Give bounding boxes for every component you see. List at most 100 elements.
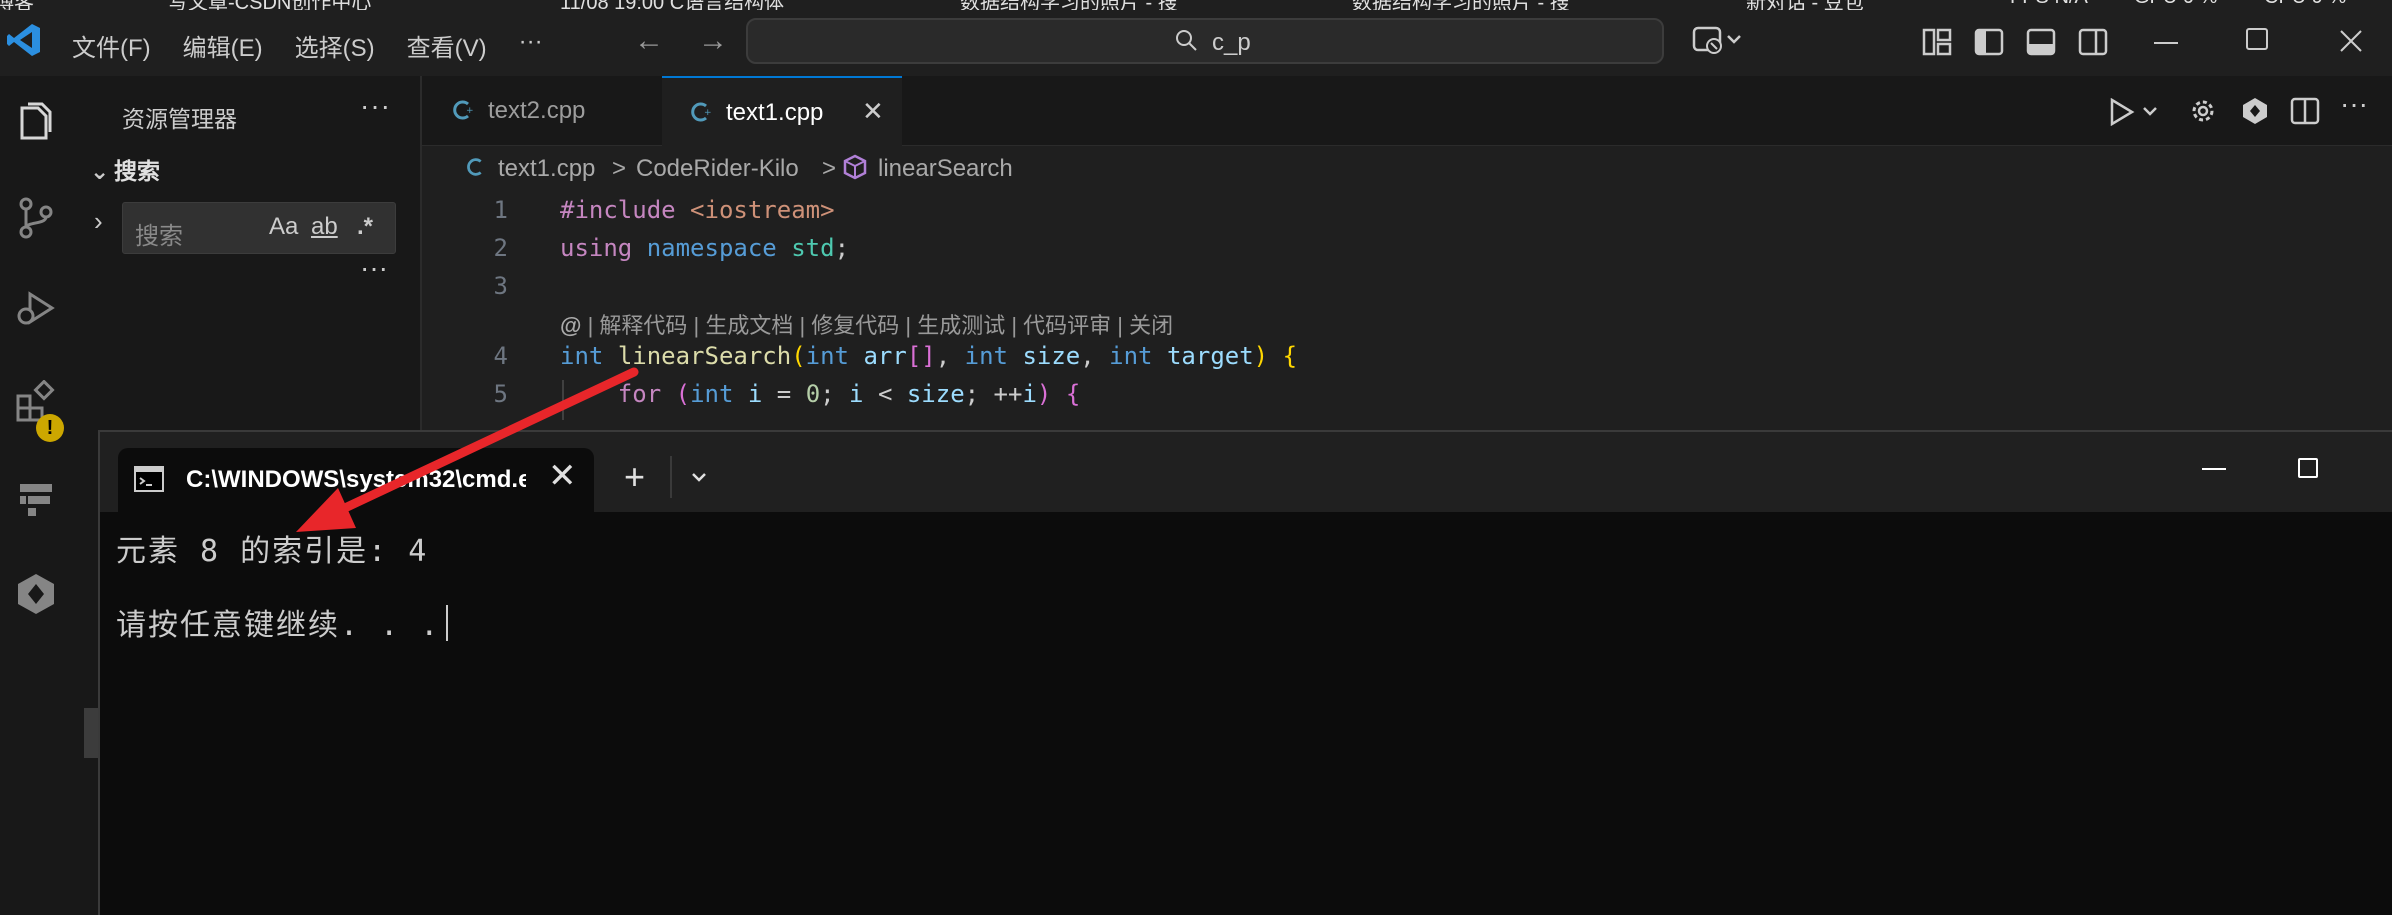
match-case-icon[interactable]: Aa	[269, 213, 298, 241]
menu-edit[interactable]: 编辑(E)	[183, 28, 263, 63]
search-placeholder: 搜索	[135, 223, 183, 250]
breadcrumb-folder[interactable]: CodeRider-Kilo	[636, 155, 799, 183]
split-editor-icon[interactable]	[2290, 96, 2320, 126]
code-line-1: #include <iostream>	[560, 196, 835, 224]
chevron-right-icon[interactable]: ›	[94, 206, 103, 237]
breadcrumb: text1.cpp > CodeRider-Kilo > linearSearc…	[422, 146, 2392, 190]
menu-file[interactable]: 文件(F)	[72, 28, 151, 63]
line-number: 2	[493, 234, 508, 262]
cmd-icon	[134, 466, 164, 492]
gear-icon[interactable]	[2188, 96, 2218, 126]
terminal-tab-title: C:\WINDOWS\system32\cmd.e	[186, 466, 526, 493]
terminal-tab[interactable]: C:\WINDOWS\system32\cmd.e ✕	[118, 448, 594, 512]
tab-close-icon[interactable]: ✕	[862, 96, 884, 127]
toggle-panel-icon[interactable]	[2026, 28, 2056, 56]
codelens-text: | 解释代码 | 生成文档 | 修复代码 | 生成测试 | 代码评审 | 关闭	[587, 313, 1174, 338]
tab-text1-cpp[interactable]: + text1.cpp ✕	[662, 76, 902, 146]
toggle-sidebar-icon[interactable]	[1974, 28, 2004, 56]
cpu-readout: CPU 9 %	[2264, 0, 2346, 9]
search-more-button[interactable]: ···	[360, 252, 388, 284]
breadcrumb-symbol[interactable]: linearSearch	[878, 155, 1013, 183]
coderider-action-icon[interactable]	[2240, 96, 2270, 126]
copilot-icon[interactable]	[1692, 24, 1744, 58]
chevron-down-icon[interactable]	[684, 462, 714, 492]
browser-tab[interactable]: 数据结构学习的照片 - 搜	[1352, 0, 1570, 10]
code-editor[interactable]: 1 2 3 4 5 #include <iostream> using name…	[422, 190, 2392, 430]
terminal-minimize-button[interactable]	[2202, 468, 2226, 470]
cpp-file-icon: +	[453, 100, 474, 120]
match-whole-word-icon[interactable]: ab	[311, 213, 338, 241]
command-center-search[interactable]: c_p	[746, 18, 1664, 64]
nav-arrows: ← →	[634, 24, 762, 58]
line-number: 5	[493, 380, 508, 408]
cpp-file-icon: +	[691, 102, 712, 122]
search-input[interactable]: 搜索 Aa ab .*	[122, 202, 396, 254]
editor-more-icon[interactable]: ···	[2340, 88, 2368, 120]
chevron-down-icon: ⌄	[90, 158, 110, 184]
gpu-readout: GPU 0 %	[2134, 0, 2217, 9]
terminal-window[interactable]: C:\WINDOWS\system32\cmd.e ✕ + 元素 8 的索引是:…	[98, 430, 2392, 915]
sidebar-more-button[interactable]: ···	[360, 90, 391, 122]
browser-tab-strip: 博客 写文章-CSDN创作中心 11/08 19:00 C语言结构体 数据结构学…	[0, 0, 2392, 10]
gitlab-duo-icon[interactable]	[14, 476, 58, 520]
activity-bar: !	[0, 76, 84, 915]
tab-label: text2.cpp	[488, 97, 586, 124]
code-line-5: for (int i = 0; i < size; ++i) {	[617, 380, 1081, 408]
coderider-icon[interactable]	[14, 572, 58, 616]
source-control-icon[interactable]	[14, 196, 58, 240]
browser-tab[interactable]: 11/08 19:00 C语言结构体	[560, 0, 784, 10]
back-arrow-icon[interactable]: ←	[634, 24, 664, 57]
search-section-header[interactable]: ⌄ 搜索	[90, 152, 160, 186]
minimize-button[interactable]	[2154, 42, 2178, 44]
breadcrumb-sep: >	[612, 155, 627, 182]
svg-text:+: +	[466, 106, 474, 116]
forward-arrow-icon[interactable]: →	[698, 24, 728, 57]
search-icon	[1176, 30, 1197, 51]
code-line-2: using namespace std;	[560, 234, 850, 262]
maximize-button[interactable]	[2246, 28, 2268, 50]
codelens-actions[interactable]: @ | 解释代码 | 生成文档 | 修复代码 | 生成测试 | 代码评审 | 关…	[560, 308, 1173, 340]
breadcrumb-sep: >	[822, 155, 837, 182]
sidebar-title: 资源管理器	[122, 106, 237, 132]
run-icon[interactable]	[2108, 98, 2162, 126]
browser-tab[interactable]: 写文章-CSDN创作中心	[168, 0, 371, 10]
svg-text:+: +	[704, 108, 712, 118]
toggle-secondary-sidebar-icon[interactable]	[2078, 28, 2108, 56]
title-bar: 文件(F) 编辑(E) 选择(S) 查看(V) ··· ← → c_p	[0, 10, 2392, 76]
browser-tab[interactable]: 数据结构学习的照片 - 搜	[960, 0, 1178, 10]
menu-select[interactable]: 选择(S)	[295, 28, 375, 63]
regex-icon[interactable]: .*	[357, 213, 373, 241]
search-section-label: 搜索	[114, 158, 160, 184]
tab-text2-cpp[interactable]: + text2.cpp	[422, 76, 662, 146]
terminal-maximize-button[interactable]	[2298, 458, 2318, 478]
run-debug-icon[interactable]	[14, 286, 58, 330]
vscode-logo-icon	[7, 24, 40, 56]
codelens-logo-icon: @	[560, 313, 582, 338]
terminal-prompt-text: 请按任意键继续. . .	[116, 608, 441, 643]
breadcrumb-file[interactable]: text1.cpp	[498, 155, 595, 183]
browser-tab[interactable]: 新对话 - 豆包	[1746, 0, 1864, 10]
screen: 博客 写文章-CSDN创作中心 11/08 19:00 C语言结构体 数据结构学…	[0, 0, 2392, 915]
code-line-4: int linearSearch(int arr[], int size, in…	[560, 342, 1298, 370]
editor-tab-bar: + text2.cpp + text1.cpp ✕ ···	[422, 76, 2392, 146]
indent-guide	[562, 380, 564, 420]
fps-readout: FPS N/A	[2010, 0, 2088, 9]
menu-view[interactable]: 查看(V)	[407, 28, 487, 63]
browser-tab[interactable]: 博客	[0, 0, 34, 10]
warning-badge-icon: !	[36, 414, 64, 442]
explorer-icon[interactable]	[14, 100, 58, 144]
terminal-prompt-line: 请按任意键继续. . .	[116, 600, 449, 644]
terminal-tab-close-icon[interactable]: ✕	[548, 456, 577, 496]
symbol-method-icon	[843, 154, 867, 180]
sidebar-scrollbar[interactable]	[84, 708, 98, 758]
cpp-file-icon	[467, 158, 482, 176]
line-number: 4	[493, 342, 508, 370]
layout-panels-icon[interactable]	[1922, 28, 1952, 56]
tab-label: text1.cpp	[726, 99, 824, 126]
close-window-button[interactable]	[2340, 30, 2362, 52]
menu-more[interactable]: ···	[519, 28, 543, 63]
text-cursor	[446, 605, 449, 641]
line-number: 3	[493, 272, 508, 300]
terminal-output-line: 元素 8 的索引是: 4	[116, 534, 429, 569]
new-tab-button[interactable]: +	[624, 456, 645, 498]
